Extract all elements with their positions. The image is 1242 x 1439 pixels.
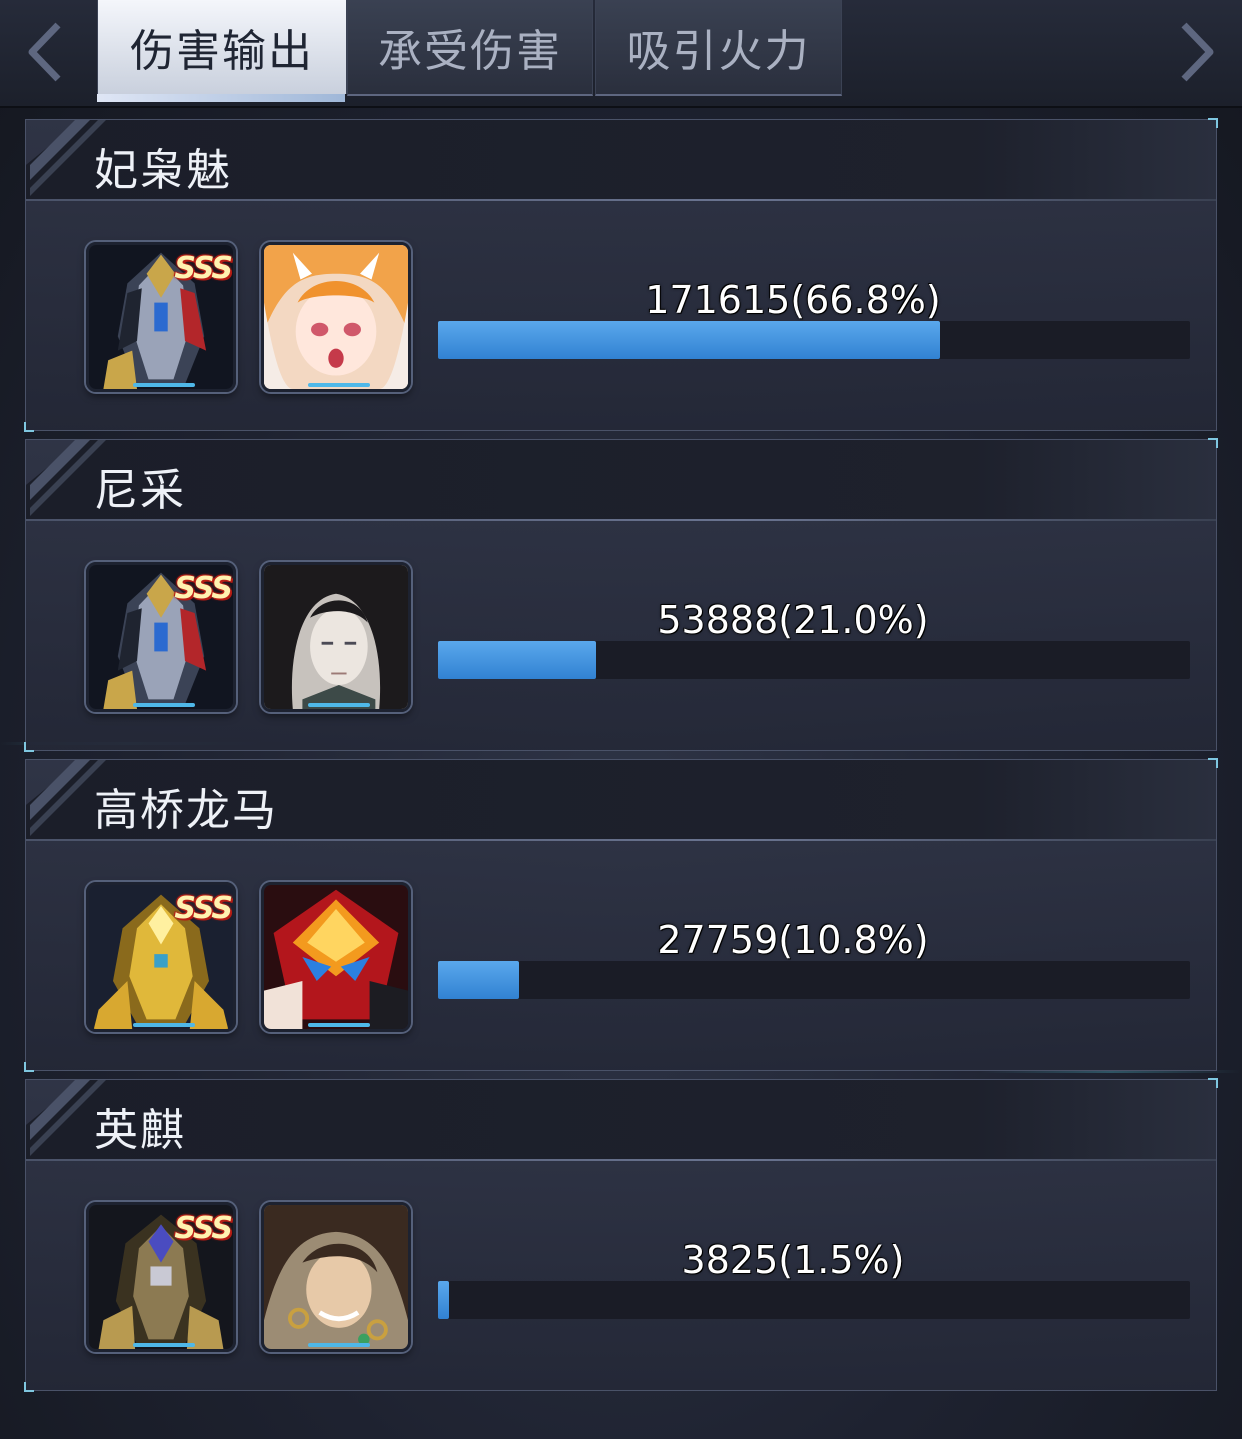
corner-tick xyxy=(24,1382,34,1392)
corner-tick xyxy=(1208,438,1218,448)
player-name: 高桥龙马 xyxy=(94,785,278,836)
pilot-avatar[interactable] xyxy=(261,882,411,1032)
chevron-left-icon[interactable] xyxy=(14,14,74,90)
tab-label: 吸引火力 xyxy=(626,26,811,77)
tab-bar: 伤害输出 承受伤害 吸引火力 xyxy=(0,0,1242,108)
damage-bar xyxy=(438,641,1190,679)
corner-tick xyxy=(24,1062,34,1072)
player-name: 妃枭魅 xyxy=(94,145,232,196)
player-name: 英麒 xyxy=(94,1105,186,1156)
tab-label: 承受伤害 xyxy=(378,26,562,77)
rank-badge: SSS xyxy=(174,891,233,926)
player-card: 妃枭魅 SSS 171615(66.8%) xyxy=(24,118,1218,432)
player-card: 英麒 SSS 3825(1.5%) xyxy=(24,1078,1218,1392)
damage-bar xyxy=(438,1281,1190,1319)
active-tab-indicator xyxy=(97,94,345,102)
avatar-glow xyxy=(133,703,195,707)
card-header xyxy=(26,440,1216,520)
corner-tick xyxy=(1208,118,1218,128)
header-divider xyxy=(26,839,1216,841)
avatar-glow xyxy=(133,1343,195,1347)
pilot-avatar[interactable] xyxy=(261,562,411,712)
player-name: 尼采 xyxy=(94,465,186,516)
damage-bar-fill xyxy=(438,641,596,679)
rank-badge: SSS xyxy=(174,251,233,286)
avatar-glow xyxy=(308,1343,370,1347)
pilot-portrait-icon xyxy=(264,885,408,1029)
damage-value: 171615(66.8%) xyxy=(645,278,941,322)
tab-label: 伤害输出 xyxy=(130,26,314,77)
mech-avatar[interactable]: SSS xyxy=(86,882,236,1032)
mech-avatar[interactable]: SSS xyxy=(86,242,236,392)
player-card: 高桥龙马 SSS 27759(10.8%) xyxy=(24,758,1218,1072)
mech-avatar[interactable]: SSS xyxy=(86,1202,236,1352)
pilot-portrait-icon xyxy=(264,245,408,389)
damage-bar-fill xyxy=(438,961,519,999)
rank-badge: SSS xyxy=(174,571,233,606)
header-divider xyxy=(26,199,1216,201)
chevron-right-icon[interactable] xyxy=(1168,14,1228,90)
corner-tick xyxy=(24,742,34,752)
damage-value: 53888(21.0%) xyxy=(657,598,929,642)
tab-damage-output[interactable]: 伤害输出 xyxy=(97,0,347,94)
damage-bar xyxy=(438,961,1190,999)
avatar-glow xyxy=(308,1023,370,1027)
pilot-portrait-icon xyxy=(264,565,408,709)
avatar-glow xyxy=(308,383,370,387)
mech-avatar[interactable]: SSS xyxy=(86,562,236,712)
pilot-portrait-icon xyxy=(264,1205,408,1349)
damage-bar-fill xyxy=(438,1281,449,1319)
tab-damage-taken[interactable]: 承受伤害 xyxy=(347,0,593,96)
avatar-glow xyxy=(133,383,195,387)
header-divider xyxy=(26,519,1216,521)
pilot-avatar[interactable] xyxy=(261,1202,411,1352)
player-card: 尼采 SSS 53888(21.0%) xyxy=(24,438,1218,752)
avatar-glow xyxy=(308,703,370,707)
tab-draw-fire[interactable]: 吸引火力 xyxy=(595,0,842,96)
avatar-glow xyxy=(133,1023,195,1027)
card-header xyxy=(26,1080,1216,1160)
rank-badge: SSS xyxy=(174,1211,233,1246)
damage-bar xyxy=(438,321,1190,359)
corner-tick xyxy=(24,422,34,432)
damage-value: 27759(10.8%) xyxy=(657,918,929,962)
corner-tick xyxy=(1208,1078,1218,1088)
damage-bar-fill xyxy=(438,321,940,359)
pilot-avatar[interactable] xyxy=(261,242,411,392)
corner-tick xyxy=(1208,758,1218,768)
damage-value: 3825(1.5%) xyxy=(681,1238,905,1282)
header-divider xyxy=(26,1159,1216,1161)
